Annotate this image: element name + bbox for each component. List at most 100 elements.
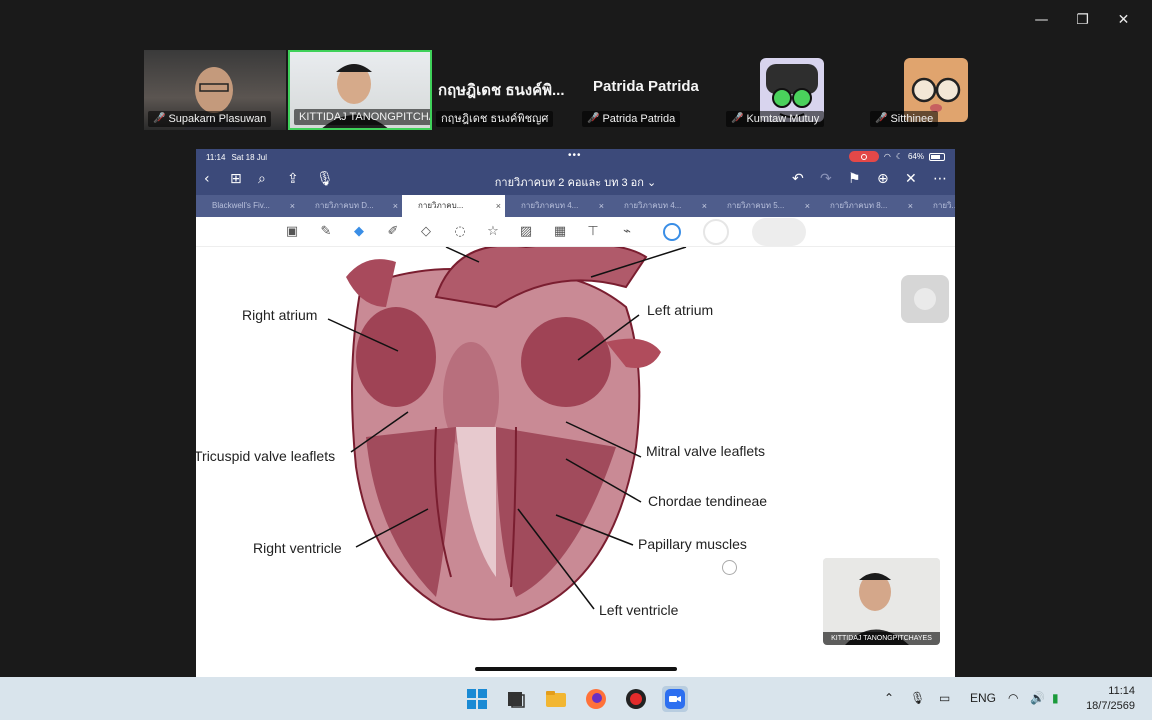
restore-button[interactable]: ❐ [1062,8,1103,32]
close-tab-icon[interactable]: × [290,195,295,217]
document-title[interactable]: กายวิภาคบท 2 คอและ บท 3 อก ⌄ [196,173,955,191]
label-left-ventricle: Left ventricle [599,602,679,618]
participant-name-label: KITTIDAJ TANONGPITCHA... [294,109,430,125]
more-icon[interactable]: ⋯ [933,171,947,187]
multitask-dots-icon: ••• [568,150,582,161]
participant-tile[interactable]: 🎤̸ Sitthinee [866,50,1010,130]
ipad-status-bar: 11:14 Sat 18 Jul ••• ◠ ☾ 64% [196,149,955,165]
zoom-app-button[interactable] [662,686,688,712]
pen-icon[interactable]: ✎ [317,224,335,240]
document-tab[interactable]: กายวิภาคบท 4... × [608,195,711,217]
volume-icon[interactable]: 🔊 [1030,691,1045,705]
close-tab-icon[interactable]: × [393,195,398,217]
home-indicator [475,667,677,671]
label-right-ventricle: Right ventricle [253,540,342,556]
self-view-video[interactable]: KITTIDAJ TANONGPITCHAYES [823,558,940,645]
firefox-button[interactable] [583,686,609,712]
document-tab[interactable]: กายวิภาคบท 8... × [814,195,917,217]
label-chordae-tendineae: Chordae tendineae [648,493,768,509]
wifi-tray-icon[interactable]: ◠ [1008,691,1018,705]
undo-icon[interactable]: ↶ [792,171,804,187]
redo-icon[interactable]: ↷ [820,171,832,187]
label-papillary-muscles: Papillary muscles [638,536,747,552]
participant-tile[interactable]: กฤษฎิเดช ธนงค์พิ... กฤษฎิเดช ธนงค์พิชญศ [436,50,580,130]
zoom-icon [665,689,685,709]
pointer-cursor-icon [722,560,737,575]
document-tab[interactable]: กายวิ... [917,195,955,217]
document-tab[interactable]: กายวิภาคบท D... × [299,195,402,217]
document-tab[interactable]: Blackwell's Fiv... × [196,195,299,217]
battery-tray-icon[interactable]: ▮ [1052,691,1059,705]
color-blue-swatch[interactable] [663,223,681,241]
participant-tile[interactable]: 🎤̸ Supakarn Plasuwan [144,50,286,130]
participant-name-label: 🎤̸ Kumtaw Mutuy [726,111,825,127]
mic-muted-icon: 🎤̸ [153,113,166,124]
wifi-icon: ◠ [883,152,891,161]
document-tab-active[interactable]: กายวิภาคบ... × [402,195,505,217]
participant-name-label: 🎤̸ Supakarn Plasuwan [148,111,272,127]
recording-icon [848,151,879,162]
camera-icon[interactable]: ▦ [551,224,569,240]
window-controls: — ❐ ✕ [1021,8,1144,32]
language-indicator[interactable]: ENG [970,691,996,705]
participant-tile[interactable]: Patrida Patrida 🎤̸ Patrida Patrida [578,50,722,130]
shapes-icon[interactable]: ◇ [417,224,435,240]
display-icon[interactable]: ▭ [939,691,950,705]
close-tab-icon[interactable]: × [496,195,501,217]
start-button[interactable] [464,686,490,712]
windows-logo-icon [467,689,487,709]
laser-pointer-icon[interactable]: ⌁ [618,224,636,240]
eraser-icon[interactable]: ◆ [350,224,368,240]
task-view-icon [508,692,525,708]
close-tab-icon[interactable]: × [599,195,604,217]
size-swatch[interactable] [703,219,729,245]
notes-navbar: ‹ ⊞ ⌕ ⇪ 🎙 กายวิภาคบท 2 คอและ บท 3 อก ⌄ ↶… [196,165,955,195]
mic-muted-icon: 🎤̸ [587,113,600,124]
assistive-touch-button[interactable] [901,275,949,323]
status-right: ◠ ☾ 64% [848,151,945,162]
close-doc-icon[interactable]: ✕ [905,171,917,187]
clock-time: 11:14 [1108,685,1135,697]
participant-name-label: กฤษฎิเดช ธนงค์พิชญศ [436,111,554,127]
task-view-button[interactable] [503,686,529,712]
document-tab[interactable]: กายวิภาคบท 4... × [505,195,608,217]
label-tricuspid-valve: Tricuspid valve leaflets [196,448,336,464]
close-tab-icon[interactable]: × [702,195,707,217]
label-right-atrium: Right atrium [242,307,318,323]
clock[interactable]: 11:14 18/7/2569 [1086,684,1135,714]
battery-icon [929,152,945,161]
minimize-button[interactable]: — [1021,8,1062,32]
bookmark-icon[interactable]: ⚑ [848,171,861,187]
moon-icon: ☾ [895,152,903,161]
file-explorer-button[interactable] [543,686,569,712]
sticker-icon[interactable]: ☆ [484,224,502,240]
recorder-app-button[interactable] [623,686,649,712]
clock-date: 18/7/2569 [1086,700,1135,712]
status-time: 11:14 [206,152,226,162]
firefox-icon [586,689,606,709]
status-date: Sat 18 Jul [231,152,268,162]
textbox-icon[interactable]: ⊤ [584,224,602,240]
close-tab-icon[interactable]: × [908,195,913,217]
participant-name-label: 🎤̸ Patrida Patrida [582,111,681,127]
active-speaker-tile[interactable]: KITTIDAJ TANONGPITCHA... [288,50,432,130]
label-mitral-valve: Mitral valve leaflets [646,443,766,459]
participant-tile[interactable]: 🎤̸ Kumtaw Mutuy [722,50,866,130]
participant-name-label: 🎤̸ Sitthinee [870,111,939,127]
close-button[interactable]: ✕ [1103,8,1144,32]
document-tab[interactable]: กายวิภาคบท 5... × [711,195,814,217]
folder-icon [546,691,566,707]
add-page-icon[interactable]: ⊕ [877,171,889,187]
highlighter-icon[interactable]: ✐ [384,224,402,240]
chevron-up-icon[interactable]: ⌃ [884,691,894,705]
lasso-image-icon[interactable]: ▣ [283,224,301,240]
image-icon[interactable]: ▨ [517,224,535,240]
zoom-meeting-window: — ❐ ✕ 🎤̸ Supakarn Plasuwan KITTIDAJ TANON… [0,0,1152,720]
drawing-toolbar: ▣ ✎ ◆ ✐ ◇ ◌ ☆ ▨ ▦ ⊤ ⌁ [196,217,955,247]
lasso-icon[interactable]: ◌ [451,224,469,240]
participant-display-name: กฤษฎิเดช ธนงค์พิ... [438,82,565,99]
opacity-swatch[interactable] [752,218,806,246]
microphone-tray-icon[interactable]: 🎙 [910,691,925,705]
windows-taskbar: ⌃ 🎙 ▭ ENG ◠ 🔊 ▮ 11:14 18/7/2569 [0,677,1152,720]
close-tab-icon[interactable]: × [805,195,810,217]
